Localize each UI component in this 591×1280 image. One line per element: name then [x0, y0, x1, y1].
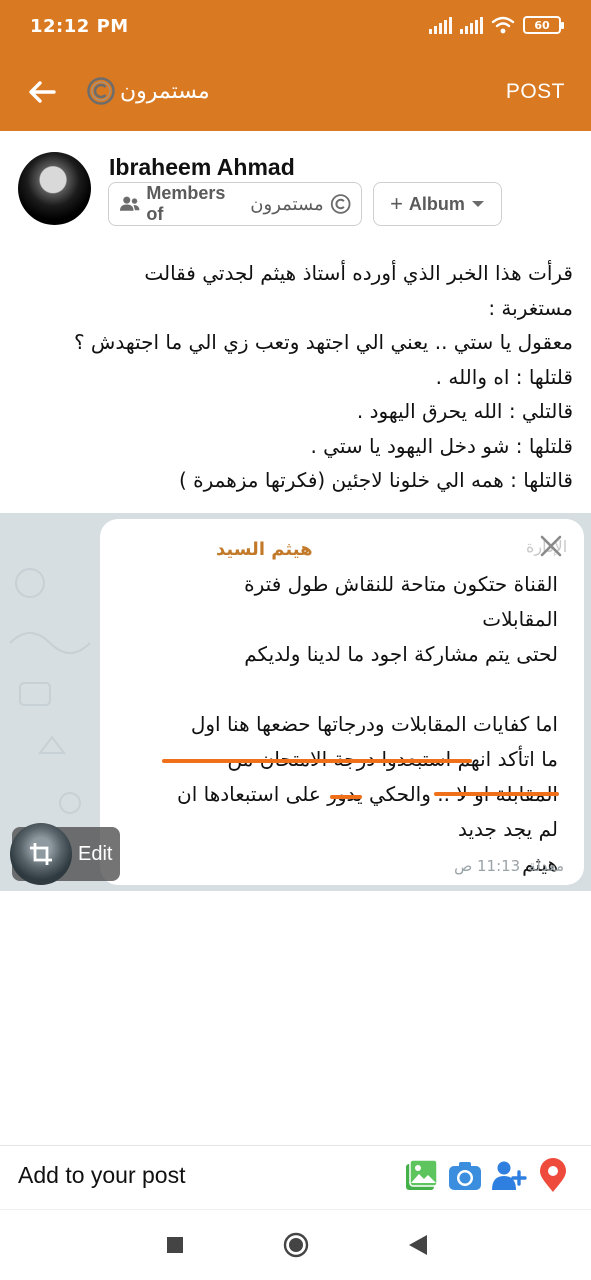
post-line: قلتلها : اه والله .	[435, 364, 573, 389]
message-line: المقابلات	[482, 607, 558, 631]
post-line: قالتلها : همه الي خلونا لاجئين (فكرتها م…	[178, 468, 573, 492]
app-header: 12:12 PM 60 مستمرون POST	[0, 0, 591, 131]
post-line: مستغربة :	[488, 295, 573, 320]
signal-icon	[429, 16, 452, 34]
location-pin-icon[interactable]	[535, 1158, 571, 1194]
arrow-left-icon[interactable]	[26, 76, 58, 108]
highlight-underline	[434, 792, 559, 796]
post-line: معقول يا ستي .. يعني الي اجتهد وتعب زي ا…	[73, 330, 573, 354]
post-line: قرأت هذا الخبر الذي أورده أستاذ هيثم لجد…	[144, 261, 573, 285]
message-line	[118, 672, 558, 707]
signal-icon-2	[460, 16, 483, 34]
audience-selector[interactable]: Members of مستمرون	[108, 182, 362, 226]
post-line: قلتلها : شو دخل اليهود يا ستي .	[310, 433, 573, 458]
plus-icon: +	[390, 191, 403, 216]
close-icon	[540, 535, 562, 557]
back-triangle-icon[interactable]	[405, 1232, 431, 1258]
edit-label: Edit	[78, 842, 113, 865]
author-block: Ibraheem Ahmad Members of مستمرون + Albu…	[18, 150, 578, 240]
caret-down-icon	[471, 201, 484, 207]
message-meta: معدلة 11:13 ص	[454, 857, 564, 875]
edit-button[interactable]: Edit	[10, 823, 120, 885]
sender-name: هيثم السيد	[216, 539, 313, 560]
group-title-text: مستمرون	[120, 78, 210, 104]
status-bar: 12:12 PM 60	[30, 14, 564, 42]
copyright-icon	[87, 77, 115, 105]
album-label: Album	[408, 193, 465, 214]
add-to-post-label: Add to your post	[18, 1162, 186, 1188]
add-icons	[403, 1158, 571, 1194]
avatar	[18, 152, 91, 225]
camera-icon[interactable]	[447, 1158, 483, 1194]
recents-square-icon[interactable]	[162, 1232, 188, 1258]
message-text: القناة حتكون متاحة للنقاش طول فترة المقا…	[118, 567, 558, 882]
edited-label: معدلة	[528, 857, 564, 875]
wifi-icon	[491, 16, 515, 34]
group-people-icon	[119, 196, 140, 211]
attached-image[interactable]: الإدارة هيثم السيد القناة حتكون متاحة لل…	[0, 513, 591, 891]
message-line: لحتى يتم مشاركة اجود ما لدينا ولديكم	[244, 642, 558, 666]
photo-icon[interactable]	[403, 1158, 439, 1194]
highlight-underline	[330, 795, 362, 799]
message-bubble: الإدارة هيثم السيد القناة حتكون متاحة لل…	[100, 519, 584, 885]
message-line: اما كفايات المقابلات ودرجاتها حضعها هنا …	[190, 712, 558, 736]
audience-label: Members of	[146, 183, 226, 224]
audience-group: مستمرون	[250, 193, 324, 214]
author-name: Ibraheem Ahmad	[109, 154, 295, 180]
home-circle-icon[interactable]	[283, 1232, 309, 1258]
album-selector[interactable]: + Album	[373, 182, 502, 226]
status-icons: 60	[429, 16, 564, 34]
post-line: قالتلي : الله يحرق اليهود .	[356, 399, 573, 423]
screen: 12:12 PM 60 مستمرون POST Ibraheem Ahmad …	[0, 0, 591, 1280]
header-row: مستمرون POST	[0, 62, 591, 122]
status-time: 12:12 PM	[30, 16, 129, 37]
highlight-underline	[162, 759, 472, 763]
post-button[interactable]: POST	[506, 80, 565, 104]
message-line: القناة حتكون متاحة للنقاش طول فترة	[244, 572, 558, 596]
crop-icon	[10, 823, 72, 885]
battery-icon: 60	[523, 16, 564, 34]
post-text[interactable]: قرأت هذا الخبر الذي أورده أستاذ هيثم لجد…	[18, 256, 573, 498]
message-time: 11:13 ص	[454, 857, 521, 875]
battery-level: 60	[534, 18, 550, 32]
group-title: مستمرون	[86, 76, 210, 106]
copyright-icon-small	[330, 194, 351, 214]
tag-people-icon[interactable]	[491, 1158, 527, 1194]
message-line: لم يجد جديد	[457, 817, 558, 841]
add-to-post-bar[interactable]: Add to your post	[0, 1145, 591, 1209]
system-nav-bar	[0, 1209, 591, 1280]
